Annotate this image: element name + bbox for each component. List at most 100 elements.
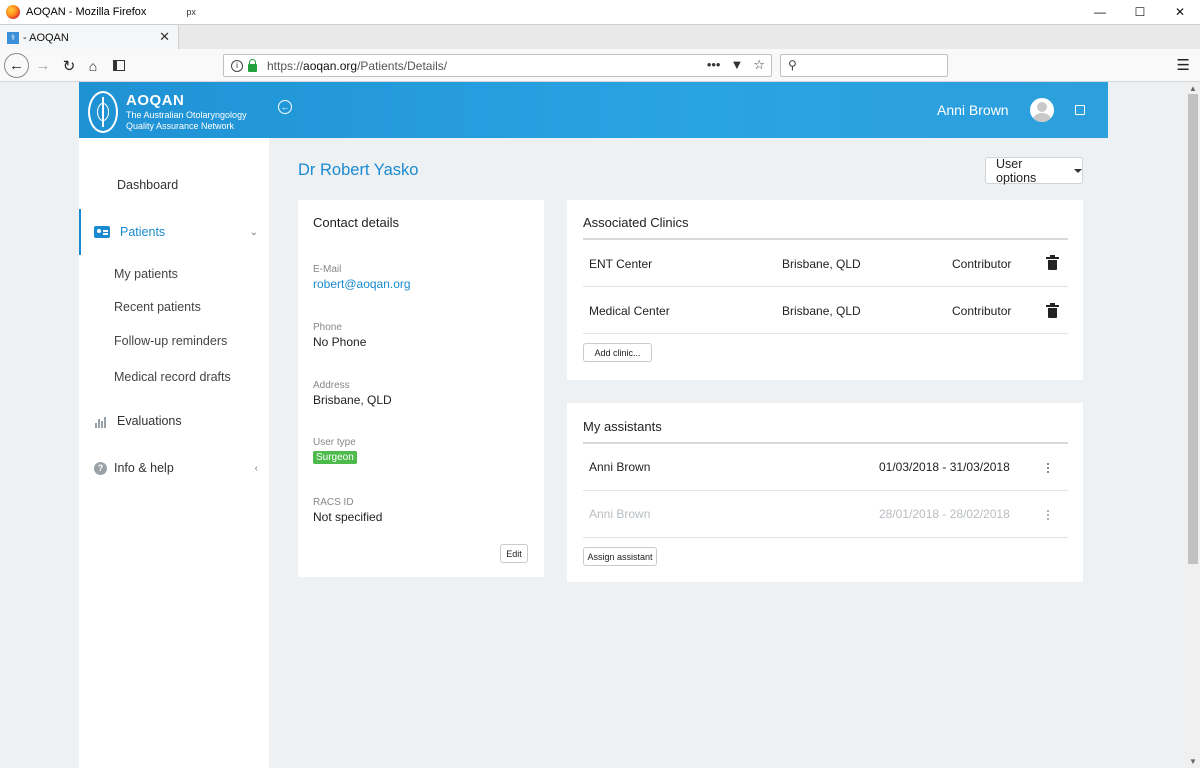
assign-assistant-button[interactable]: Assign assistant [583,547,657,566]
browser-tab[interactable]: ⚕ - AOQAN ✕ [0,25,179,50]
sidebar-subitem-follow-up-reminders[interactable]: Follow-up reminders [114,334,227,348]
url-text[interactable]: https://aoqan.org/Patients/Details/ [267,59,447,73]
divider [583,442,1068,444]
delete-trash-icon[interactable] [1046,303,1059,318]
email-label: E-Mail [313,264,342,275]
sidebar-subitem-recent-patients[interactable]: Recent patients [114,300,201,314]
sidebar-item-info-help[interactable]: ? Info & help ‹ [79,445,269,491]
bar-chart-icon [94,415,107,428]
phone-label: Phone [313,322,342,333]
page-title: Dr Robert Yasko [298,161,419,179]
user-type-badge: Surgeon [313,451,357,464]
page-scrollbar[interactable]: ▲ ▼ [1186,82,1200,768]
sidebar-item-label: Evaluations [117,414,182,428]
associated-clinics-panel: Associated Clinics ENT Center Brisbane, … [567,200,1083,380]
panel-title: Contact details [313,215,399,230]
sidebar-item-evaluations[interactable]: Evaluations [79,398,269,444]
divider [583,490,1068,491]
assistant-name: Anni Brown [589,507,651,521]
logout-icon[interactable] [1075,105,1085,115]
titlebar-stray-text: px [186,7,196,17]
url-bar[interactable]: i https://aoqan.org/Patients/Details/ ••… [223,54,772,77]
firefox-icon [6,5,20,19]
chevron-left-icon: ‹ [254,462,258,474]
dashboard-icon [94,179,107,192]
tab-strip: ⚕ - AOQAN ✕ [0,24,1200,50]
user-type-label: User type [313,437,356,448]
caret-down-icon [1074,168,1082,173]
url-actions: ••• ▼ ☆ [707,57,765,73]
tab-label: - AOQAN [23,31,69,44]
forward-icon[interactable]: → [32,53,54,78]
sidebar-subitem-medical-record-drafts[interactable]: Medical record drafts [114,370,231,384]
assistant-name: Anni Brown [589,460,651,474]
sidebar-item-label: Info & help [114,461,174,475]
window-controls: — ☐ ✕ [1080,0,1200,24]
address-value: Brisbane, QLD [313,393,392,407]
sidebar-toggle-icon[interactable] [108,53,130,78]
my-assistants-panel: My assistants Anni Brown 01/03/2018 - 31… [567,403,1083,582]
window-title: AOQAN - Mozilla Firefox [26,6,147,18]
help-icon: ? [94,461,107,475]
edit-button[interactable]: Edit [500,544,528,563]
divider [583,238,1068,240]
delete-trash-icon[interactable] [1046,255,1059,270]
reload-icon[interactable]: ↻ [58,53,80,78]
panel-title: Associated Clinics [583,215,689,230]
contact-details-panel: Contact details E-Mail robert@aoqan.org … [298,200,544,577]
email-link[interactable]: robert@aoqan.org [313,277,411,291]
bookmark-star-icon[interactable]: ☆ [753,57,765,73]
maximize-icon[interactable]: ☐ [1120,0,1160,24]
address-label: Address [313,380,350,391]
page-actions-icon[interactable]: ••• [707,57,721,73]
sidebar-subitem-my-patients[interactable]: My patients [114,267,178,281]
sidebar-item-dashboard[interactable]: Dashboard [79,162,269,208]
back-icon[interactable]: ← [4,53,29,78]
add-clinic-button[interactable]: Add clinic... [583,343,652,362]
phone-value: No Phone [313,335,367,349]
site-info-icon[interactable]: i [231,59,243,72]
sidebar-item-label: Patients [120,225,166,239]
racs-id-value: Not specified [313,510,383,524]
brand-title: AOQAN [126,92,185,109]
collapse-sidebar-icon[interactable]: ← [278,100,292,114]
header-user-name[interactable]: Anni Brown [937,102,1009,118]
window-titlebar: AOQAN - Mozilla Firefox px — ☐ ✕ [0,0,1200,24]
id-card-icon [94,226,110,238]
avatar[interactable] [1030,98,1054,122]
clinic-role: Contributor [952,257,1012,271]
close-window-icon[interactable]: ✕ [1160,0,1200,24]
scroll-down-icon[interactable]: ▼ [1189,757,1197,766]
chevron-down-icon: ⌄ [249,226,258,238]
brand-subtitle: The Australian Otolaryngology Quality As… [126,110,247,131]
clinic-name: Medical Center [589,304,670,318]
page-viewport: AOQAN The Australian Otolaryngology Qual… [0,82,1186,768]
user-options-label: User options [996,156,1037,185]
sidebar-item-label: Dashboard [117,178,179,192]
divider [583,333,1068,334]
home-icon[interactable]: ⌂ [82,53,104,78]
clinic-role: Contributor [952,304,1012,318]
clinic-location: Brisbane, QLD [782,304,861,318]
close-tab-icon[interactable]: ✕ [159,29,170,45]
app-header: AOQAN The Australian Otolaryngology Qual… [79,82,1108,138]
minimize-icon[interactable]: — [1080,0,1120,24]
hamburger-menu-icon[interactable]: ☰ [1177,56,1190,74]
user-options-button[interactable]: User options [985,156,1083,185]
favicon-icon: ⚕ [7,31,19,44]
search-icon: ⚲ [788,58,797,72]
scrollbar-thumb[interactable] [1188,94,1198,564]
lock-icon [248,58,257,72]
panel-title: My assistants [583,419,662,434]
assistant-period: 01/03/2018 - 31/03/2018 [879,460,1010,474]
sidebar-item-patients[interactable]: Patients ⌄ [79,209,269,255]
browser-navbar: ← → ↻ ⌂ i https://aoqan.org/Patients/Det… [0,49,1200,82]
clinic-name: ENT Center [589,257,653,271]
scroll-up-icon[interactable]: ▲ [1189,84,1197,93]
pocket-icon[interactable]: ▼ [730,57,743,73]
more-options-icon[interactable] [1047,463,1050,475]
racs-id-label: RACS ID [313,497,354,508]
search-bar[interactable]: ⚲ [780,54,948,77]
more-options-icon[interactable] [1047,510,1050,522]
assistant-period: 28/01/2018 - 28/02/2018 [879,507,1010,521]
